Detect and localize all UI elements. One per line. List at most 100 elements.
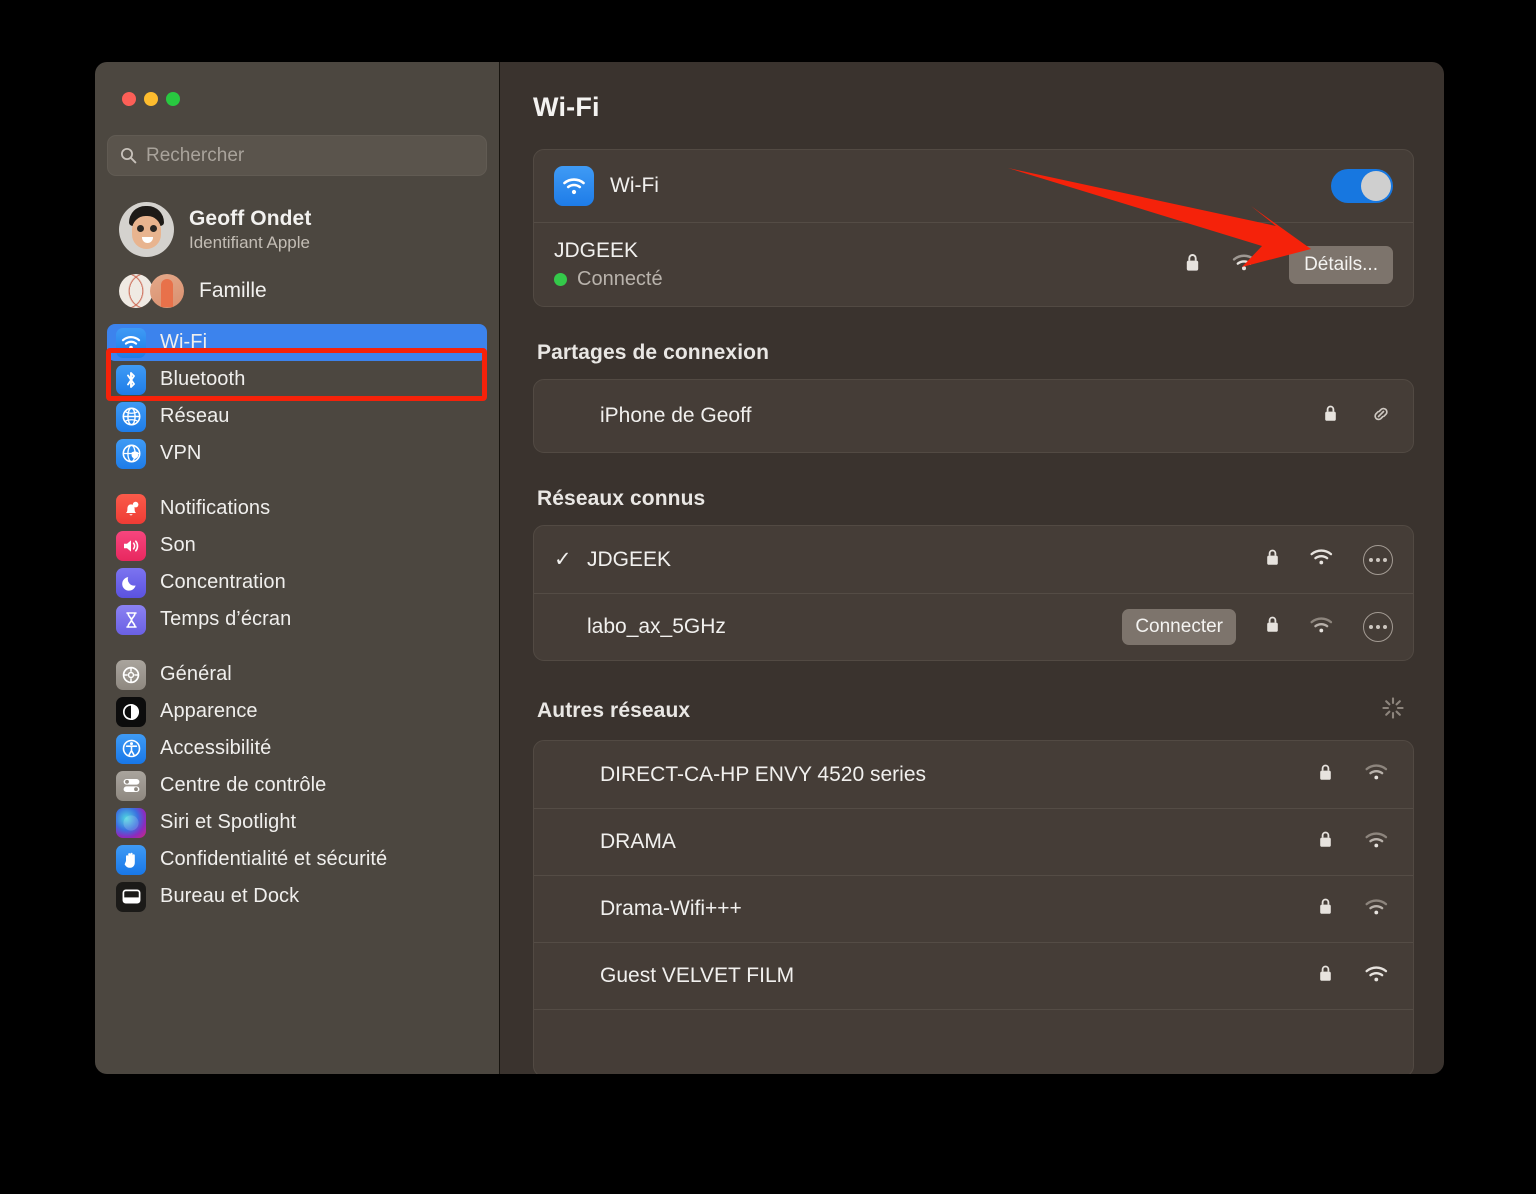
account-name: Geoff Ondet — [189, 206, 312, 230]
minimize-button[interactable] — [144, 92, 158, 106]
connected-status: Connecté — [554, 268, 663, 291]
family-row[interactable]: Famille — [113, 269, 489, 313]
sidebar-item-reseau[interactable]: Réseau — [107, 398, 487, 435]
network-name: labo_ax_5GHz — [587, 615, 726, 638]
table-row[interactable] — [534, 1009, 1413, 1074]
more-options-icon[interactable] — [1363, 544, 1393, 575]
table-row[interactable]: Drama-Wifi+++ — [534, 875, 1413, 942]
wifi-signal-icon — [1309, 548, 1334, 571]
lock-icon — [1318, 830, 1333, 854]
main-content: Wi-Fi Wi-Fi JDGEEK Connecté Détails... P… — [500, 62, 1444, 1074]
wifi-toggle-row: Wi-Fi — [534, 150, 1413, 222]
known-networks-card: ✓ JDGEEK labo_ax_5GHz Connecter — [533, 525, 1414, 661]
connect-button[interactable]: Connecter — [1122, 609, 1236, 645]
sidebar-item-temps-decran[interactable]: Temps d’écran — [107, 601, 487, 638]
network-name: Guest VELVET FILM — [600, 964, 795, 987]
account-row[interactable]: Geoff Ondet Identifiant Apple — [113, 197, 489, 262]
table-row[interactable]: Guest VELVET FILM — [534, 942, 1413, 1009]
globe-icon — [116, 401, 146, 432]
wifi-signal-weak-icon — [1364, 763, 1389, 786]
sidebar-item-bluetooth[interactable]: Bluetooth — [107, 361, 487, 398]
sidebar-item-notifications[interactable]: Notifications — [107, 490, 487, 527]
memoji-avatar — [119, 202, 174, 257]
sidebar-item-label: Son — [160, 534, 196, 556]
other-networks-card: DIRECT-CA-HP ENVY 4520 series DRAMA Dram… — [533, 740, 1414, 1074]
bluetooth-icon — [116, 364, 146, 395]
details-button[interactable]: Détails... — [1289, 245, 1393, 284]
sidebar-item-label: Accessibilité — [160, 737, 272, 759]
control-center-icon — [116, 770, 146, 801]
wifi-icon — [116, 327, 146, 358]
nav-group-network: Wi-Fi Bluetooth Réseau VPN — [105, 324, 489, 472]
desktop-dock-icon — [116, 881, 146, 912]
gear-icon — [116, 659, 146, 690]
bell-icon — [116, 493, 146, 524]
lock-icon — [1265, 615, 1280, 639]
wifi-toggle-switch[interactable] — [1331, 169, 1393, 203]
lock-icon — [1318, 763, 1333, 787]
sidebar-item-apparence[interactable]: Apparence — [107, 693, 487, 730]
siri-icon — [116, 807, 146, 838]
wifi-toggle-label: Wi-Fi — [610, 174, 659, 197]
wifi-signal-icon — [1364, 965, 1389, 988]
connected-network-row: JDGEEK Connecté Détails... — [534, 222, 1413, 306]
sidebar-item-label: Apparence — [160, 700, 258, 722]
sidebar-item-label: Concentration — [160, 571, 286, 593]
sidebar-item-bureau-et-dock[interactable]: Bureau et Dock — [107, 878, 487, 915]
wifi-icon — [554, 166, 594, 206]
status-dot — [554, 272, 567, 286]
search-icon — [120, 147, 137, 164]
page-title: Wi-Fi — [533, 92, 600, 122]
wifi-card: Wi-Fi JDGEEK Connecté Détails... — [533, 149, 1414, 307]
network-name: DRAMA — [600, 830, 676, 853]
wifi-signal-weak-icon — [1364, 831, 1389, 854]
sidebar-item-label: Bureau et Dock — [160, 885, 300, 907]
sidebar-item-siri-et-spotlight[interactable]: Siri et Spotlight — [107, 804, 487, 841]
sidebar-item-accessibilite[interactable]: Accessibilité — [107, 730, 487, 767]
settings-navigation: Wi-Fi Bluetooth Réseau VPN Notifications… — [105, 324, 489, 915]
sidebar-item-wi-fi[interactable]: Wi-Fi — [107, 324, 487, 361]
vpn-globe-icon — [116, 438, 146, 469]
table-row[interactable]: labo_ax_5GHz Connecter — [534, 593, 1413, 660]
sidebar-item-label: Général — [160, 663, 232, 685]
wifi-signal-icon — [1231, 253, 1257, 277]
nav-group-system: Général Apparence Accessibilité Centre d… — [105, 656, 489, 915]
network-name: JDGEEK — [587, 547, 672, 571]
account-subtitle: Identifiant Apple — [189, 232, 310, 252]
more-options-icon[interactable] — [1363, 612, 1393, 642]
section-header-autres-reseaux: Autres réseaux — [537, 695, 1414, 726]
wifi-signal-weak-icon — [1364, 898, 1389, 921]
sidebar-item-general[interactable]: Général — [107, 656, 487, 693]
sidebar-item-centre-de-controle[interactable]: Centre de contrôle — [107, 767, 487, 804]
lock-icon — [1265, 548, 1280, 572]
section-title-partages: Partages de connexion — [537, 341, 770, 364]
table-row[interactable]: DIRECT-CA-HP ENVY 4520 series — [534, 741, 1413, 808]
table-row[interactable]: DRAMA — [534, 808, 1413, 875]
connected-status-label: Connecté — [577, 267, 663, 290]
sidebar-item-label: Bluetooth — [160, 368, 246, 390]
loading-spinner-icon — [1380, 695, 1406, 726]
sidebar-item-label: Réseau — [160, 405, 230, 427]
sidebar-item-label: Notifications — [160, 497, 271, 519]
hourglass-icon — [116, 604, 146, 635]
sidebar-item-label: Wi-Fi — [160, 331, 208, 353]
connected-network-name: JDGEEK — [554, 238, 639, 262]
system-settings-window: Rechercher Geoff Ondet Identifiant Apple… — [95, 62, 1444, 1074]
zoom-button[interactable] — [166, 92, 180, 106]
sidebar: Rechercher Geoff Ondet Identifiant Apple… — [95, 62, 500, 1074]
sidebar-item-concentration[interactable]: Concentration — [107, 564, 487, 601]
sidebar-item-confidentialite-et-securite[interactable]: Confidentialité et sécurité — [107, 841, 487, 878]
lock-icon — [1184, 252, 1201, 278]
checkmark-icon: ✓ — [554, 548, 572, 571]
search-input[interactable]: Rechercher — [107, 135, 487, 176]
link-icon — [1369, 402, 1393, 431]
window-controls — [105, 62, 489, 106]
sidebar-item-son[interactable]: Son — [107, 527, 487, 564]
list-item[interactable]: iPhone de Geoff — [534, 380, 1413, 452]
family-label: Famille — [199, 279, 267, 302]
table-row[interactable]: ✓ JDGEEK — [534, 526, 1413, 593]
sidebar-item-vpn[interactable]: VPN — [107, 435, 487, 472]
close-button[interactable] — [122, 92, 136, 106]
wifi-signal-weak-icon — [1309, 616, 1334, 639]
appearance-icon — [116, 696, 146, 727]
